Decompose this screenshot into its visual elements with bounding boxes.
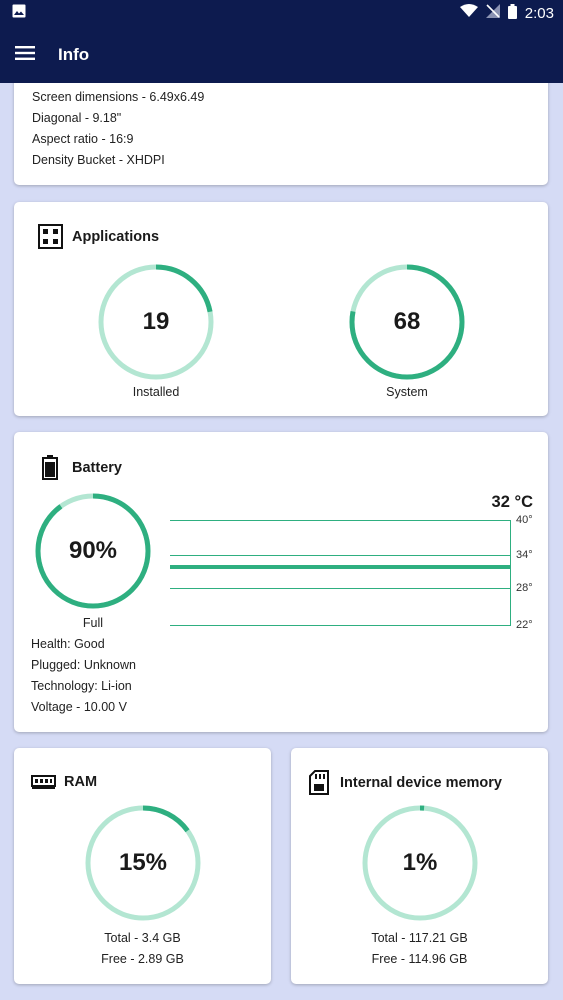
ram-percent: 15% [118, 849, 168, 876]
battery-detail: Voltage - 10.00 V [31, 700, 127, 714]
gridline-40 [170, 520, 510, 521]
display-info-line: Aspect ratio - 16:9 [32, 132, 134, 146]
display-info-line: Density Bucket - XHDPI [32, 153, 165, 167]
battery-detail: Health: Good [31, 637, 105, 651]
display-info-line: Diagonal - 9.18" [32, 111, 122, 125]
battery-level-gauge: 90% Full [34, 492, 152, 632]
tick-40: 40° [516, 514, 533, 526]
system-label: System [386, 385, 428, 399]
gridline-34 [170, 555, 510, 556]
ram-title: RAM [64, 774, 98, 790]
applications-title: Applications [72, 228, 160, 245]
storage-total: Total - 117.21 GB [371, 931, 468, 945]
no-signal-icon [485, 4, 500, 23]
storage-free: Free - 114.96 GB [371, 952, 468, 966]
tick-28: 28° [516, 582, 533, 594]
battery-icon [42, 455, 58, 480]
ram-card[interactable]: RAM 15% Total - 3.4 GB Free - 2.89 GB [14, 748, 271, 984]
applications-header: Applications [38, 224, 159, 249]
installed-label: Installed [132, 385, 180, 399]
ram-usage-gauge: 15% [83, 803, 203, 923]
battery-card[interactable]: Battery 90% Full Health: Good Plugged: U… [14, 432, 548, 732]
applications-card[interactable]: Applications 19 Installed 68 System [14, 202, 548, 416]
storage-usage-gauge: 1% [360, 803, 480, 923]
battery-state: Full [82, 616, 104, 630]
sd-card-icon [309, 770, 329, 795]
hamburger-icon [15, 45, 35, 65]
display-info-line: Screen dimensions - 6.49x6.49 [32, 90, 205, 104]
app-bar: Info [0, 27, 563, 83]
storage-percent: 1% [402, 849, 438, 876]
status-time: 2:03 [524, 5, 554, 22]
wifi-icon [459, 4, 478, 23]
apps-grid-icon [38, 224, 63, 249]
battery-percent: 90% [68, 537, 118, 564]
installed-count: 19 [142, 308, 170, 335]
tick-22: 22° [516, 619, 533, 631]
system-count: 68 [393, 308, 421, 335]
tick-34: 34° [516, 549, 533, 561]
battery-header: Battery [42, 455, 122, 480]
storage-header: Internal device memory [309, 770, 502, 795]
ram-total: Total - 3.4 GB [104, 931, 181, 945]
system-apps-gauge: 68 System [347, 262, 467, 402]
battery-detail: Plugged: Unknown [31, 658, 136, 672]
temperature-chart: 40° 34° 28° 22° [170, 514, 540, 631]
installed-apps-gauge: 19 Installed [96, 262, 216, 402]
status-bar: 2:03 [0, 0, 563, 27]
image-notification-icon [12, 4, 26, 23]
page-title: Info [58, 45, 90, 64]
battery-title: Battery [72, 459, 122, 476]
battery-status-icon [507, 3, 517, 24]
temperature-series-line [170, 564, 510, 569]
chart-right-axis [510, 520, 511, 626]
battery-temperature: 32 °C [491, 493, 533, 511]
ram-free: Free - 2.89 GB [101, 952, 184, 966]
battery-detail: Technology: Li-ion [31, 679, 132, 693]
memory-chip-icon [31, 774, 56, 790]
display-card: Screen dimensions - 6.49x6.49 Diagonal -… [14, 70, 548, 185]
menu-button[interactable] [0, 27, 50, 83]
ram-header: RAM [31, 774, 97, 790]
gridline-28 [170, 588, 510, 589]
storage-card[interactable]: Internal device memory 1% Total - 117.21… [291, 748, 548, 984]
storage-title: Internal device memory [340, 774, 502, 791]
gridline-22 [170, 625, 510, 626]
